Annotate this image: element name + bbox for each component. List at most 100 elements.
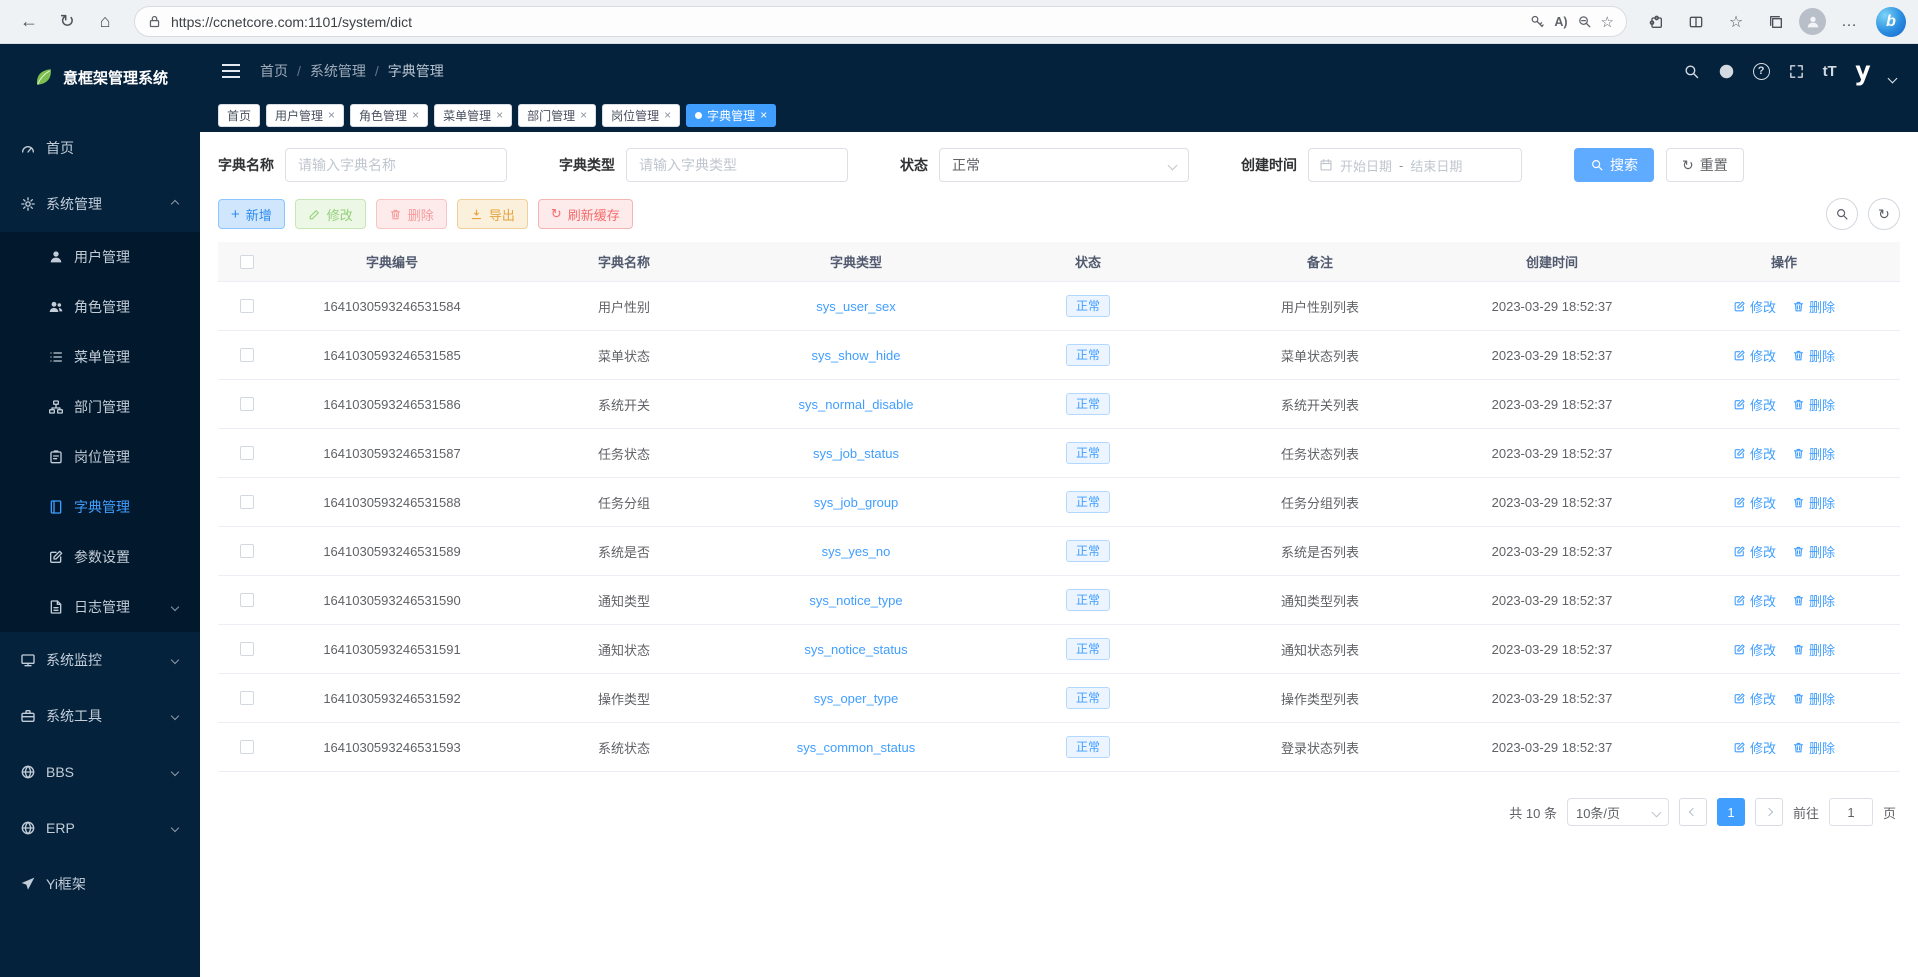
profile-avatar[interactable] (1799, 8, 1826, 35)
dict-type-link[interactable]: sys_user_sex (816, 299, 895, 314)
sidebar-item-yi-framework[interactable]: Yi框架 (0, 856, 200, 912)
row-edit-button[interactable]: 修改 (1733, 542, 1776, 561)
sidebar-item-post-mgmt[interactable]: 岗位管理 (0, 432, 200, 482)
row-checkbox[interactable] (240, 740, 254, 754)
row-checkbox[interactable] (240, 642, 254, 656)
toggle-search-button[interactable] (1826, 198, 1858, 230)
row-edit-button[interactable]: 修改 (1733, 493, 1776, 512)
page-size-select[interactable]: 10条/页 (1567, 798, 1669, 826)
tab-user-mgmt[interactable]: 用户管理 × (266, 104, 344, 127)
dict-type-input[interactable] (626, 148, 848, 182)
favorites-icon[interactable]: ☆ (1719, 5, 1753, 39)
hamburger-icon[interactable] (222, 64, 240, 78)
row-edit-button[interactable]: 修改 (1733, 297, 1776, 316)
prev-page-button[interactable] (1679, 798, 1707, 826)
row-delete-button[interactable]: 删除 (1792, 493, 1835, 512)
row-edit-button[interactable]: 修改 (1733, 395, 1776, 414)
date-range-picker[interactable]: 开始日期 - 结束日期 (1308, 148, 1522, 182)
sidebar-item-log-mgmt[interactable]: 日志管理 (0, 582, 200, 632)
collections-icon[interactable] (1759, 5, 1793, 39)
close-icon[interactable]: × (664, 109, 671, 121)
sidebar-item-system-mgmt[interactable]: 系统管理 (0, 176, 200, 232)
user-menu-caret-icon[interactable] (1888, 73, 1898, 83)
row-checkbox[interactable] (240, 446, 254, 460)
dict-type-link[interactable]: sys_notice_type (809, 593, 902, 608)
select-all-checkbox[interactable] (240, 255, 254, 269)
tab-menu-mgmt[interactable]: 菜单管理 × (434, 104, 512, 127)
split-screen-icon[interactable] (1679, 5, 1713, 39)
tab-dept-mgmt[interactable]: 部门管理 × (518, 104, 596, 127)
sidebar-item-erp[interactable]: ERP (0, 800, 200, 856)
font-size-icon[interactable]: tT (1823, 63, 1837, 80)
key-icon[interactable] (1530, 14, 1545, 29)
row-edit-button[interactable]: 修改 (1733, 738, 1776, 757)
dict-type-link[interactable]: sys_show_hide (812, 348, 901, 363)
url-input[interactable] (171, 14, 1521, 30)
dict-type-link[interactable]: sys_job_status (813, 446, 899, 461)
row-checkbox[interactable] (240, 299, 254, 313)
row-edit-button[interactable]: 修改 (1733, 591, 1776, 610)
sidebar-item-role-mgmt[interactable]: 角色管理 (0, 282, 200, 332)
row-delete-button[interactable]: 删除 (1792, 346, 1835, 365)
sidebar-item-user-mgmt[interactable]: 用户管理 (0, 232, 200, 282)
breadcrumb-system-mgmt[interactable]: 系统管理 (310, 61, 366, 81)
refresh-table-button[interactable]: ↻ (1868, 198, 1900, 230)
back-icon[interactable]: ← (12, 5, 46, 39)
row-edit-button[interactable]: 修改 (1733, 346, 1776, 365)
row-delete-button[interactable]: 删除 (1792, 689, 1835, 708)
row-delete-button[interactable]: 删除 (1792, 640, 1835, 659)
row-delete-button[interactable]: 删除 (1792, 444, 1835, 463)
row-delete-button[interactable]: 删除 (1792, 542, 1835, 561)
row-delete-button[interactable]: 删除 (1792, 591, 1835, 610)
row-edit-button[interactable]: 修改 (1733, 640, 1776, 659)
sidebar-item-home[interactable]: 首页 (0, 120, 200, 176)
reload-icon[interactable]: ↻ (50, 5, 84, 39)
read-aloud-icon[interactable]: A) (1554, 15, 1567, 29)
row-checkbox[interactable] (240, 397, 254, 411)
row-checkbox[interactable] (240, 691, 254, 705)
refresh-cache-button[interactable]: ↻ 刷新缓存 (538, 199, 633, 229)
close-icon[interactable]: × (412, 109, 419, 121)
row-checkbox[interactable] (240, 593, 254, 607)
row-delete-button[interactable]: 删除 (1792, 297, 1835, 316)
favorite-add-icon[interactable]: ☆ (1601, 13, 1614, 31)
sidebar-item-system-monitor[interactable]: 系统监控 (0, 632, 200, 688)
dict-type-link[interactable]: sys_job_group (814, 495, 899, 510)
breadcrumb-home[interactable]: 首页 (260, 61, 288, 81)
sidebar-item-bbs[interactable]: BBS (0, 744, 200, 800)
add-button[interactable]: + 新增 (218, 199, 285, 229)
status-select[interactable]: 正常 (939, 148, 1189, 182)
close-icon[interactable]: × (328, 109, 335, 121)
url-bar[interactable]: A) ☆ (134, 6, 1627, 37)
row-checkbox[interactable] (240, 348, 254, 362)
tab-post-mgmt[interactable]: 岗位管理 × (602, 104, 680, 127)
sidebar-item-menu-mgmt[interactable]: 菜单管理 (0, 332, 200, 382)
extensions-icon[interactable] (1639, 5, 1673, 39)
row-checkbox[interactable] (240, 544, 254, 558)
tab-role-mgmt[interactable]: 角色管理 × (350, 104, 428, 127)
close-icon[interactable]: × (760, 109, 767, 121)
fullscreen-icon[interactable] (1788, 63, 1805, 80)
header-search-icon[interactable] (1683, 63, 1700, 80)
dict-type-link[interactable]: sys_common_status (797, 740, 916, 755)
sidebar-item-system-tools[interactable]: 系统工具 (0, 688, 200, 744)
row-edit-button[interactable]: 修改 (1733, 689, 1776, 708)
next-page-button[interactable] (1755, 798, 1783, 826)
github-icon[interactable] (1718, 63, 1735, 80)
sidebar-item-dept-mgmt[interactable]: 部门管理 (0, 382, 200, 432)
more-icon[interactable]: … (1832, 5, 1866, 39)
edit-button[interactable]: 修改 (295, 199, 366, 229)
row-delete-button[interactable]: 删除 (1792, 395, 1835, 414)
dict-type-link[interactable]: sys_notice_status (804, 642, 907, 657)
dict-name-input[interactable] (285, 148, 507, 182)
search-button[interactable]: 搜索 (1574, 148, 1654, 182)
user-logo[interactable]: y (1855, 58, 1871, 85)
dict-type-link[interactable]: sys_yes_no (822, 544, 891, 559)
close-icon[interactable]: × (580, 109, 587, 121)
bing-icon[interactable]: b (1876, 7, 1906, 37)
row-checkbox[interactable] (240, 495, 254, 509)
row-delete-button[interactable]: 删除 (1792, 738, 1835, 757)
sidebar-item-dict-mgmt[interactable]: 字典管理 (0, 482, 200, 532)
close-icon[interactable]: × (496, 109, 503, 121)
dict-type-link[interactable]: sys_normal_disable (799, 397, 914, 412)
